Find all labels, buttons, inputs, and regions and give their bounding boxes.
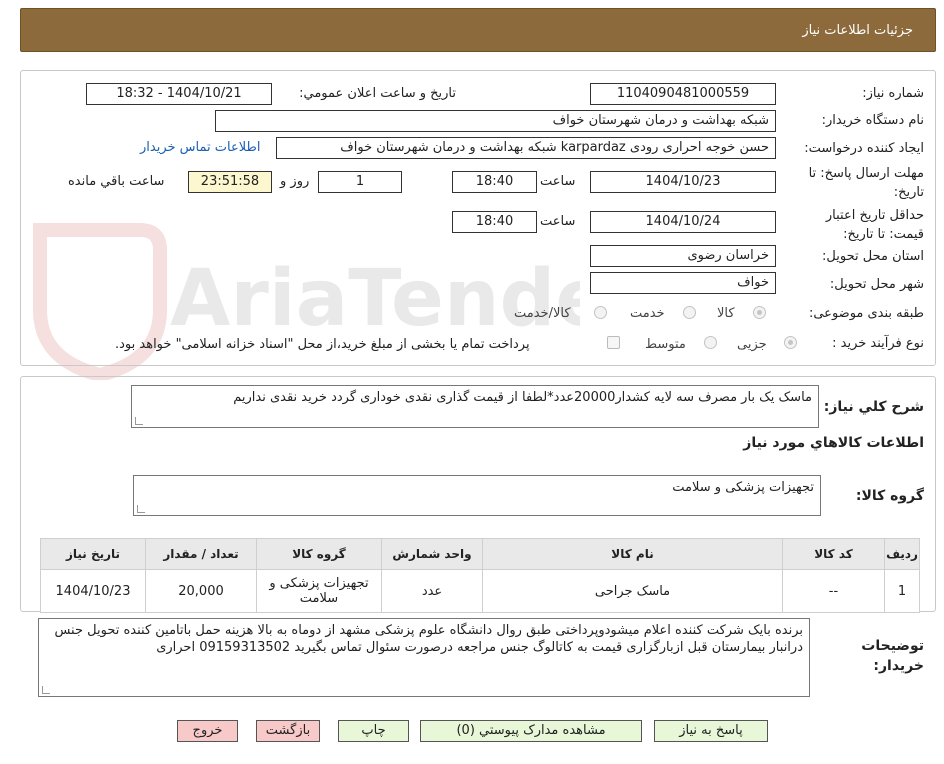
cell-name: ماسک جراحی bbox=[482, 569, 783, 613]
requester-label: ایجاد کننده درخواست: bbox=[804, 141, 924, 156]
back-button[interactable]: بازگشت bbox=[256, 720, 320, 742]
reply-button[interactable]: پاسخ به نياز bbox=[654, 720, 768, 742]
deadline-label: مهلت ارسال پاسخ: تا تاریخ: bbox=[808, 166, 924, 200]
page-header: جزئیات اطلاعات نیاز bbox=[20, 8, 936, 52]
deadline-time-label: ساعت bbox=[540, 174, 576, 189]
cell-row-no: 1 bbox=[884, 569, 920, 613]
buyer-org-label: نام دستگاه خريدار: bbox=[821, 113, 924, 128]
col-header-code: کد کالا bbox=[782, 538, 885, 570]
validity-time-label: ساعت bbox=[540, 214, 576, 229]
items-section-title: اطلاعات کالاهاي مورد نياز bbox=[743, 435, 924, 451]
category-option-goods: کالا bbox=[717, 306, 735, 321]
validity-label: حداقل تاريخ اعتبار قيمت: تا تاريخ: bbox=[825, 208, 924, 242]
col-header-unit: واحد شمارش bbox=[381, 538, 483, 570]
summary-label: شرح کلي نياز: bbox=[823, 399, 924, 415]
treasury-payment-checkbox[interactable] bbox=[607, 336, 620, 349]
validity-time-field: 18:40 bbox=[452, 211, 537, 233]
process-option-minor: جزیی bbox=[737, 337, 767, 352]
deadline-date-field: 1404/10/23 bbox=[590, 171, 776, 193]
cell-date: 1404/10/23 bbox=[40, 569, 146, 613]
col-header-row-no: ردیف bbox=[884, 538, 920, 570]
view-attachments-button[interactable]: مشاهده مدارک پيوستي (0) bbox=[420, 720, 642, 742]
province-label: استان محل تحويل: bbox=[822, 249, 924, 264]
table-row: 1 -- ماسک جراحی عدد تجهیزات پزشکی و سلام… bbox=[40, 569, 920, 613]
days-remaining-field: 1 bbox=[318, 171, 402, 193]
col-header-name: نام کالا bbox=[482, 538, 783, 570]
group-textarea: تجهیزات پزشکی و سلامت bbox=[133, 475, 821, 516]
validity-date-field: 1404/10/24 bbox=[590, 211, 776, 233]
remaining-time-label: ساعت باقي مانده bbox=[68, 174, 165, 189]
category-radio-goods-service[interactable] bbox=[594, 306, 607, 319]
resize-grip-icon[interactable] bbox=[137, 505, 145, 513]
province-field: خراسان رضوی bbox=[590, 245, 776, 267]
col-header-quantity: تعداد / مقدار bbox=[145, 538, 257, 570]
cell-code: -- bbox=[782, 569, 885, 613]
process-option-medium: متوسط bbox=[645, 337, 686, 352]
page-title: جزئیات اطلاعات نیاز bbox=[802, 23, 913, 38]
category-label: طبقه بندی موضوعی: bbox=[808, 306, 924, 321]
city-label: شهر محل تحويل: bbox=[829, 277, 924, 292]
summary-textarea: ماسک یک بار مصرف سه لایه کشدار20000عدد*ل… bbox=[131, 385, 819, 428]
buyer-notes-label: توضيحات خريدار: bbox=[861, 638, 924, 674]
group-text: تجهیزات پزشکی و سلامت bbox=[672, 480, 814, 495]
requester-field: حسن خوجه احراری رودی karpardaz شبکه بهدا… bbox=[276, 137, 776, 159]
payment-note: پرداخت تمام یا بخشی از مبلغ خرید،از محل … bbox=[115, 337, 530, 352]
process-radio-medium[interactable] bbox=[704, 336, 717, 349]
col-header-group: گروه کالا bbox=[256, 538, 382, 570]
resize-grip-icon[interactable] bbox=[42, 686, 50, 694]
cell-quantity: 20,000 bbox=[145, 569, 257, 613]
buyer-org-field: شبکه بهداشت و درمان شهرستان خواف bbox=[215, 110, 776, 132]
announce-label: تاریخ و ساعت اعلان عمومي: bbox=[299, 86, 456, 101]
cell-group: تجهیزات پزشکی و سلامت bbox=[256, 569, 382, 613]
process-radio-minor[interactable] bbox=[784, 336, 797, 349]
category-option-service: خدمت bbox=[630, 306, 665, 321]
process-label: نوع فرآیند خرید : bbox=[832, 336, 924, 351]
city-field: خواف bbox=[590, 272, 776, 294]
remaining-time-field: 23:51:58 bbox=[188, 171, 272, 193]
deadline-time-field: 18:40 bbox=[452, 171, 537, 193]
cell-unit: عدد bbox=[381, 569, 483, 613]
buyer-notes-textarea: برنده بایک شرکت کننده اعلام میشودوپرداخت… bbox=[38, 618, 810, 697]
group-label: گروه کالا: bbox=[855, 488, 924, 504]
summary-text: ماسک یک بار مصرف سه لایه کشدار20000عدد*ل… bbox=[233, 390, 812, 405]
days-label: روز و bbox=[280, 174, 310, 189]
print-button[interactable]: چاپ bbox=[338, 720, 409, 742]
buyer-contact-link[interactable]: اطلاعات تماس خریدار bbox=[140, 140, 260, 155]
need-number-label: شماره نیاز: bbox=[862, 86, 924, 101]
col-header-date: تاریخ نیاز bbox=[40, 538, 146, 570]
category-radio-goods[interactable] bbox=[753, 306, 766, 319]
table-header-row: ردیف کد کالا نام کالا واحد شمارش گروه کا… bbox=[40, 538, 920, 570]
exit-button[interactable]: خروج bbox=[177, 720, 238, 742]
category-radio-service[interactable] bbox=[683, 306, 696, 319]
need-number-field: 1104090481000559 bbox=[590, 83, 776, 105]
resize-grip-icon[interactable] bbox=[135, 417, 143, 425]
announce-field: 1404/10/21 - 18:32 bbox=[86, 83, 272, 105]
items-table: ردیف کد کالا نام کالا واحد شمارش گروه کا… bbox=[40, 538, 920, 613]
buyer-notes-text: برنده بایک شرکت کننده اعلام میشودوپرداخت… bbox=[54, 623, 803, 655]
category-option-goods-service: کالا/خدمت bbox=[514, 306, 571, 321]
